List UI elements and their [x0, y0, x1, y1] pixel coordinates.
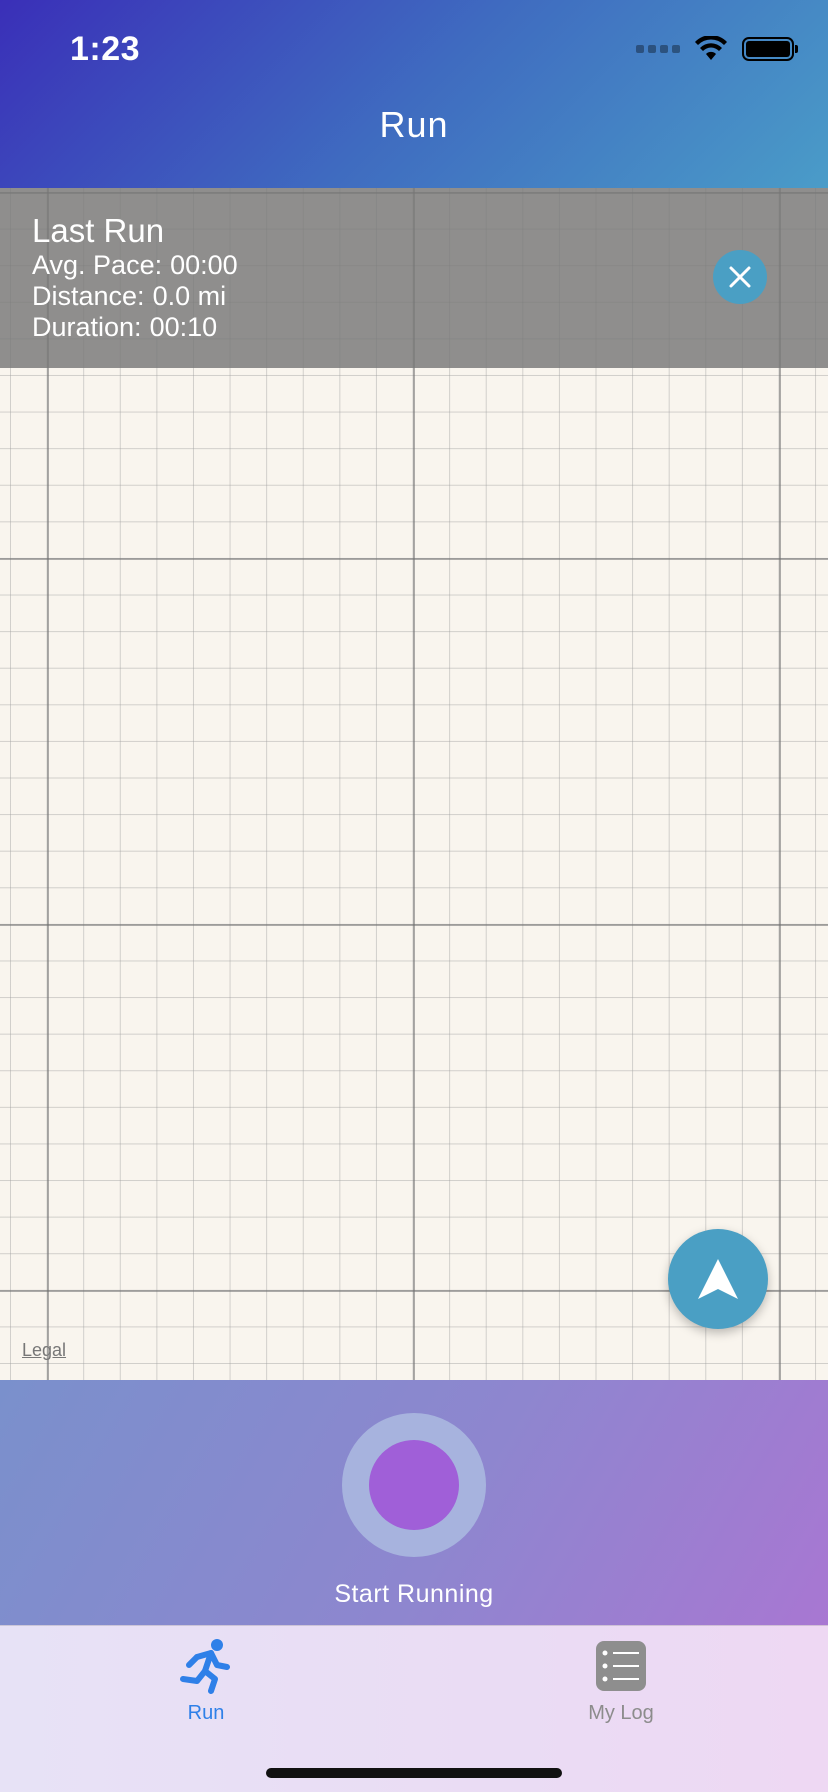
close-icon: [729, 266, 751, 288]
wifi-icon: [695, 36, 727, 60]
tab-run[interactable]: Run: [116, 1636, 296, 1725]
start-running-button[interactable]: [342, 1413, 486, 1557]
list-icon: [591, 1636, 651, 1696]
last-run-title: Last Run: [32, 212, 165, 249]
navigation-header: 1:23 Run: [0, 0, 828, 188]
app-screen: 1:23 Run Last Run Avg. Pace: 00:00 Distan…: [0, 0, 828, 1792]
duration-value: 00:10: [149, 312, 218, 342]
avg-pace-row: Avg. Pace: 00:00: [32, 250, 238, 281]
duration-row: Duration: 00:10: [32, 312, 217, 343]
last-run-panel: Last Run Avg. Pace: 00:00 Distance: 0.0 mi…: [0, 188, 828, 368]
start-panel: Start Running: [0, 1380, 828, 1625]
tab-bar: Run My Log: [0, 1625, 828, 1792]
duration-label: Duration:: [32, 312, 142, 342]
start-button-core: [369, 1440, 459, 1530]
tab-my-log-label: My Log: [588, 1702, 654, 1724]
running-person-icon: [176, 1636, 236, 1696]
battery-icon: [742, 37, 798, 61]
page-title: Run: [379, 104, 449, 145]
home-indicator[interactable]: [266, 1768, 562, 1778]
location-arrow-icon: [698, 1259, 738, 1299]
signal-icon: [636, 45, 680, 53]
distance-row: Distance: 0.0 mi: [32, 281, 226, 312]
tab-my-log[interactable]: My Log: [531, 1636, 711, 1725]
avg-pace-label: Avg. Pace:: [32, 250, 163, 280]
start-running-label: Start Running: [334, 1580, 494, 1608]
legal-link[interactable]: Legal: [22, 1340, 66, 1361]
status-icons: [636, 36, 798, 62]
tab-run-label: Run: [187, 1702, 225, 1724]
avg-pace-value: 00:00: [170, 250, 238, 280]
locate-me-button[interactable]: [668, 1229, 768, 1329]
distance-value: 0.0 mi: [152, 281, 227, 311]
status-time: 1:23: [70, 30, 141, 68]
close-last-run-button[interactable]: [713, 250, 767, 304]
distance-label: Distance:: [32, 281, 145, 311]
